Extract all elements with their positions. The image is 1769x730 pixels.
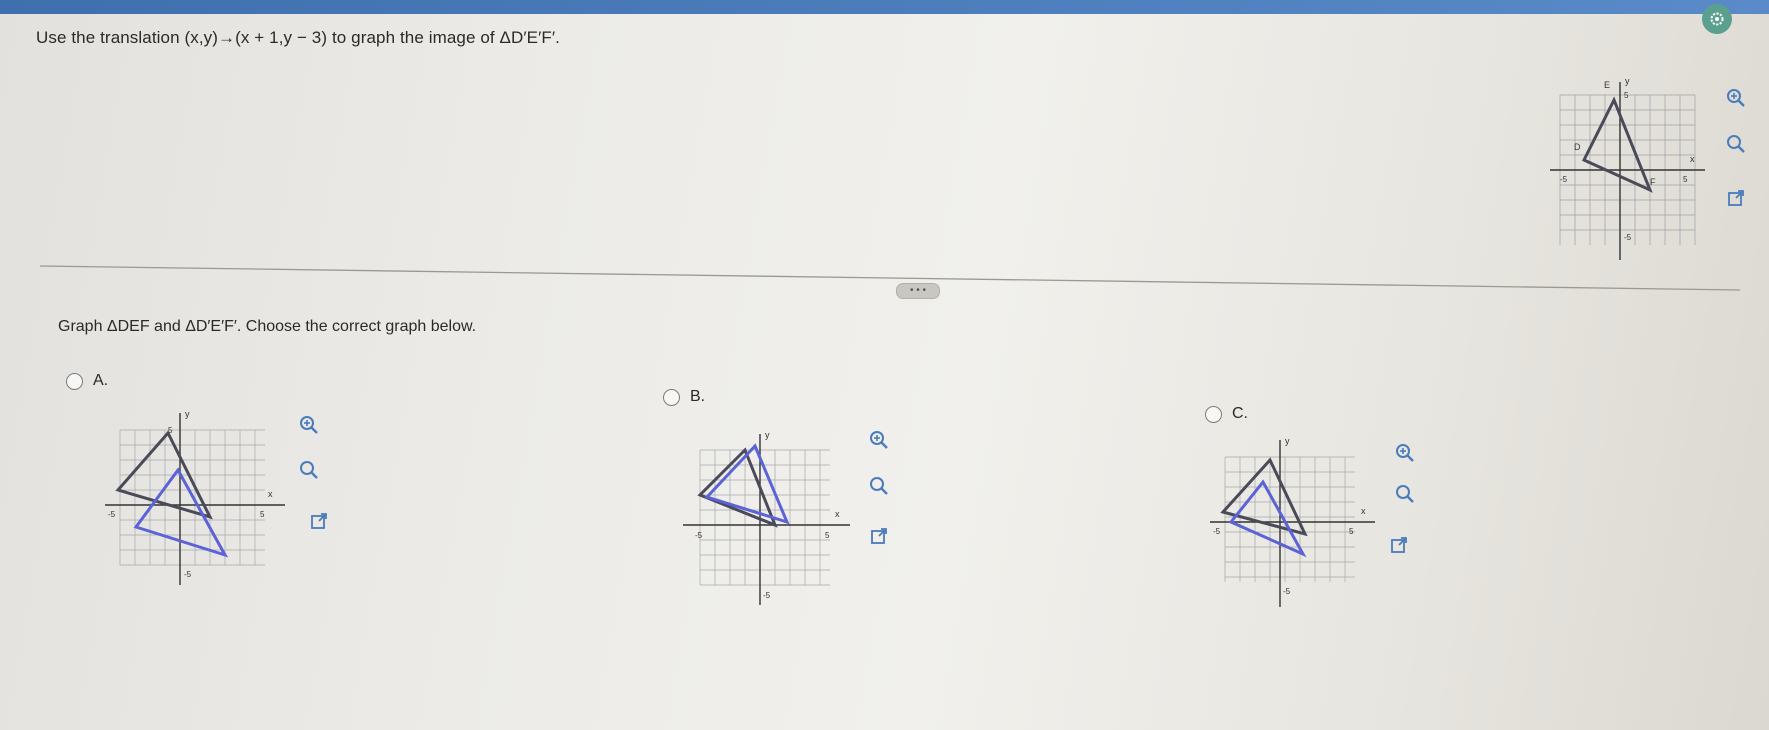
y-label-choice-c: y	[1285, 436, 1290, 446]
reference-triangle-def	[1581, 96, 1653, 193]
x-label-choice-a: x	[268, 489, 273, 499]
zoom-out-icon	[1396, 485, 1414, 503]
ref-label-f: F	[1650, 177, 1656, 187]
tick-right-choice-b: 5	[825, 531, 830, 540]
tick-left-choice-b: -5	[695, 531, 703, 540]
instruction-text: Graph ΔDEF and ΔD′E′F′. Choose the corre…	[58, 318, 477, 335]
choice-a-label: A.	[93, 372, 109, 389]
radio-choice-a[interactable]	[66, 372, 83, 390]
header-bar	[0, 0, 1769, 14]
choice-c[interactable]: C.	[1205, 405, 1248, 423]
more-button[interactable]: • • •	[896, 283, 940, 299]
reference-graph: E y 5 D x -5 F 5 -5	[1550, 76, 1705, 260]
reference-zoom-in-button[interactable]	[1723, 85, 1749, 111]
zoom-out-icon	[1727, 135, 1745, 153]
graph-choice-a: y 5 x -5 5 -5	[105, 409, 285, 585]
tick-right-choice-c: 5	[1349, 527, 1354, 536]
section-divider	[40, 265, 1740, 291]
radio-choice-c[interactable]	[1205, 405, 1222, 423]
choice-a-zoom-in-button[interactable]	[296, 412, 322, 438]
choice-a[interactable]: A.	[66, 372, 108, 390]
x-label-choice-c: x	[1361, 506, 1366, 516]
expand-icon	[871, 528, 887, 544]
x-label-choice-b: x	[835, 509, 840, 519]
choice-b-zoom-in-button[interactable]	[866, 427, 892, 453]
ref-label-x: x	[1690, 154, 1695, 164]
ref-label-e: E	[1604, 80, 1610, 90]
tick-left-choice-c: -5	[1213, 527, 1221, 536]
expand-icon	[1391, 537, 1407, 553]
choice-c-label: C.	[1232, 405, 1248, 422]
choice-b[interactable]: B.	[663, 388, 705, 406]
choice-c-expand-button[interactable]	[1386, 532, 1412, 558]
choice-a-zoom-out-button[interactable]	[296, 457, 322, 483]
choice-b-zoom-out-button[interactable]	[866, 473, 892, 499]
ref-label-y: y	[1625, 76, 1630, 86]
grid-choice-c	[1224, 456, 1355, 582]
radio-choice-b[interactable]	[663, 388, 680, 406]
reference-zoom-out-button[interactable]	[1723, 131, 1749, 157]
tick-right-choice-a: 5	[260, 510, 265, 519]
choice-b-label: B.	[690, 388, 706, 405]
choice-b-expand-button[interactable]	[866, 523, 892, 549]
tick-bottom-choice-b: -5	[763, 591, 771, 600]
y-label-choice-b: y	[765, 430, 770, 440]
ref-label-d: D	[1574, 142, 1581, 152]
graph-choice-b: y x -5 5 -5	[683, 430, 850, 605]
tick-bottom-choice-a: -5	[184, 570, 192, 579]
choice-a-expand-button[interactable]	[306, 508, 332, 534]
expand-icon	[311, 513, 327, 529]
zoom-out-icon	[870, 477, 888, 495]
tick-left-choice-a: -5	[108, 510, 116, 519]
y-label-choice-a: y	[185, 409, 190, 419]
tick-bottom-choice-c: -5	[1283, 587, 1291, 596]
ref-tick-right: 5	[1683, 175, 1688, 184]
zoom-in-icon	[870, 431, 888, 449]
zoom-out-icon	[300, 461, 318, 479]
zoom-in-icon	[300, 416, 318, 434]
expand-icon	[1728, 190, 1744, 206]
reference-expand-button[interactable]	[1723, 185, 1749, 211]
ref-tick-left: -5	[1560, 175, 1568, 184]
tick-top-choice-a: 5	[168, 426, 173, 435]
zoom-in-icon	[1727, 89, 1745, 107]
choice-c-zoom-in-button[interactable]	[1392, 440, 1418, 466]
gear-icon	[1710, 12, 1724, 26]
question-prompt: Use the translation (x,y)→(x + 1,y − 3) …	[36, 28, 560, 47]
graph-choice-c: y x -5 5 -5	[1210, 436, 1375, 607]
zoom-in-icon	[1396, 444, 1414, 462]
ref-tick-bottom: -5	[1624, 233, 1632, 242]
settings-button[interactable]	[1702, 4, 1732, 34]
ref-tick-top: 5	[1624, 91, 1629, 100]
choice-c-zoom-out-button[interactable]	[1392, 481, 1418, 507]
